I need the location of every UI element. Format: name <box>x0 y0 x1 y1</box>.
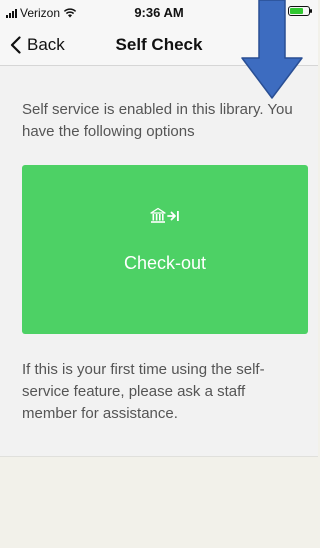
help-text: If this is your first time using the sel… <box>22 361 265 422</box>
check-out-label: Check-out <box>123 253 207 273</box>
self-check-content: Self service is enabled in this library.… <box>0 66 318 457</box>
check-out-button[interactable]: Check-out <box>22 165 308 334</box>
down-arrow-annotation <box>241 0 303 99</box>
library-checkout-icon <box>22 206 308 226</box>
intro-text: Self service is enabled in this library.… <box>22 101 293 140</box>
